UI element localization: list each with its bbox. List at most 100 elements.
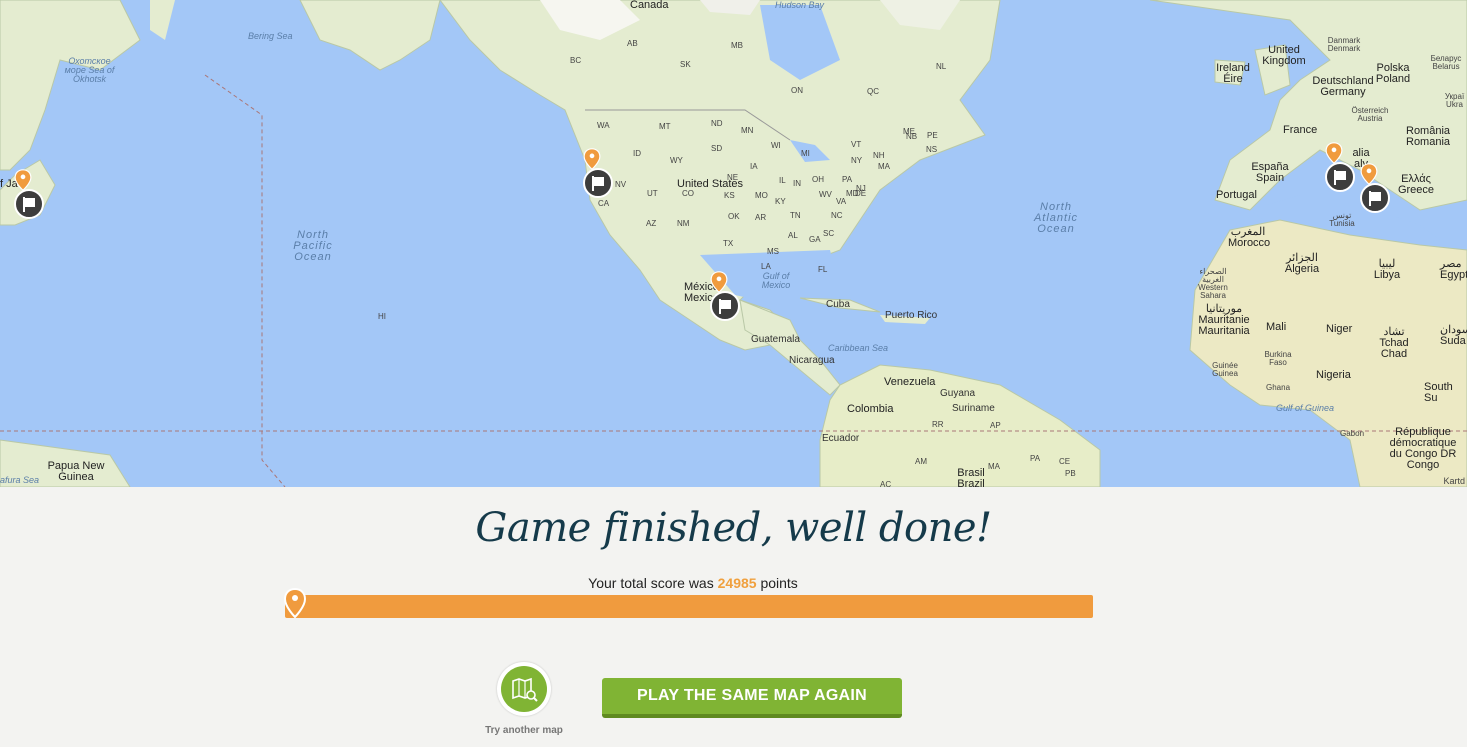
score-value: 24985 [717,575,757,591]
state-label: NY [851,156,863,165]
map-label-arafura: afura Sea [0,475,40,485]
try-another-map-button[interactable] [497,662,551,716]
map-label-north-pacific: North Pacific Ocean [293,229,333,263]
pin-icon [1360,163,1378,185]
state-label: KY [775,197,786,206]
map-label-colombia: Colombia [847,403,894,415]
map-label-portugal: Portugal [1216,189,1257,201]
try-another-map-label[interactable]: Try another map [474,725,574,736]
map-label-guatemala: Guatemala [751,334,800,345]
result-panel: Game finished, well done! Your total sco… [0,487,1467,747]
map-label-algeria: الجزائر Algeria [1284,252,1320,275]
state-label: PA [1030,454,1041,463]
state-label: NB [906,132,918,141]
guess-marker[interactable] [581,148,615,204]
map-label-sudan: السودان Suda [1440,324,1467,347]
map-label-venezuela: Venezuela [884,376,936,388]
state-label: NL [936,62,947,71]
map-attribution: Kartd [1443,476,1465,486]
state-label: AP [990,421,1001,430]
state-label: AL [788,231,798,240]
map-label-mali: Mali [1266,321,1287,333]
pin-icon [14,169,32,191]
map-label-brasil: Brasil Brazil [957,467,985,488]
state-label: MO [755,191,768,200]
map-label-north-atlantic: North Atlantic Ocean [1033,201,1079,235]
score-prefix: Your total score was [588,575,714,591]
state-label: NV [615,180,627,189]
map-label-guinee: Guinée Guinea [1212,361,1238,378]
flag-icon [14,189,44,219]
flag-icon [710,291,740,321]
map-label-puerto-rico: Puerto Rico [885,310,938,321]
map-label-papua: Papua New Guinea [47,460,105,483]
map-label-niger: Niger [1326,323,1353,335]
score-progress-bar [285,595,1093,618]
map-label-cuba: Cuba [826,299,850,310]
state-label: AB [627,39,638,48]
progress-pin-icon [284,588,306,618]
map-label-caribbean: Caribbean Sea [828,343,889,353]
state-label: AZ [646,219,657,228]
guess-marker[interactable] [1358,163,1392,219]
state-label: NS [926,145,938,154]
state-label: QC [867,87,879,96]
state-label: GA [809,235,821,244]
state-label: TN [790,211,801,220]
state-label: TX [723,239,734,248]
map-label-okhotsk: Охотское море Sea of Okhotsk [64,56,115,84]
guess-marker[interactable] [1323,142,1357,198]
state-label: LA [761,262,771,271]
state-label: RR [932,420,944,429]
map-label-western-sahara: الصحراء الغربية Western Sahara [1198,267,1228,300]
map-label-bering-sea: Bering Sea [248,31,293,41]
map-label-hudson-bay: Hudson Bay [775,0,825,10]
map-label-mauritania: موريتانيا Mauritanie Mauritania [1198,303,1250,337]
state-label: MN [741,126,754,135]
state-label: MA [878,162,890,171]
score-suffix: points [760,575,798,591]
map-search-icon [512,677,538,702]
state-label: NH [873,151,885,160]
map-label-ukraine: Украї Ukra [1444,92,1465,109]
map-label-france: France [1283,124,1318,136]
try-another-map-circle [501,666,547,712]
state-label: MS [767,247,779,256]
map-label-burkina: Burkina Faso [1264,350,1292,367]
map-label-canada: Canada [630,0,669,11]
world-map[interactable]: Canada Hudson Bay Bering Sea Охотское мо… [0,0,1467,487]
state-label: MI [801,149,810,158]
state-label: NC [831,211,843,220]
state-label: ID [633,149,641,158]
map-label-gulf-of-guinea: Gulf of Guinea [1276,403,1335,413]
map-label-nigeria: Nigeria [1316,369,1351,381]
map-label-austria: Österreich Austria [1351,106,1389,123]
state-label: VT [851,140,862,149]
map-label-south-sudan: South Su [1424,381,1453,404]
state-label: CE [1059,457,1071,466]
map-label-denmark: Danmark Denmark [1327,36,1361,53]
guess-marker[interactable] [12,169,46,225]
flag-icon [1325,162,1355,192]
map-label-romania: România Romania [1406,125,1451,148]
state-label: ON [791,86,803,95]
map-label-poland: Polska Poland [1375,62,1411,85]
state-label: OH [812,175,824,184]
map-label-uk: United Kingdom [1262,44,1306,67]
state-label: MB [731,41,743,50]
state-label: MT [659,122,671,131]
state-label: SC [823,229,835,238]
state-label: FL [818,265,828,274]
state-label: WI [771,141,781,150]
state-label: SD [711,144,723,153]
state-label: DE [855,189,867,198]
map-label-gabon: Gabon [1340,429,1365,438]
pin-icon [1325,142,1343,164]
map-label-germany: Deutschland Germany [1312,75,1374,98]
guess-marker[interactable] [708,271,742,327]
map-label-hi: HI [378,312,386,321]
map-label-spain: España Spain [1251,161,1289,184]
state-label: PA [842,175,853,184]
play-same-map-again-button[interactable]: PLAY THE SAME MAP AGAIN [602,678,902,718]
map-label-greece: Ελλάς Greece [1397,173,1435,196]
